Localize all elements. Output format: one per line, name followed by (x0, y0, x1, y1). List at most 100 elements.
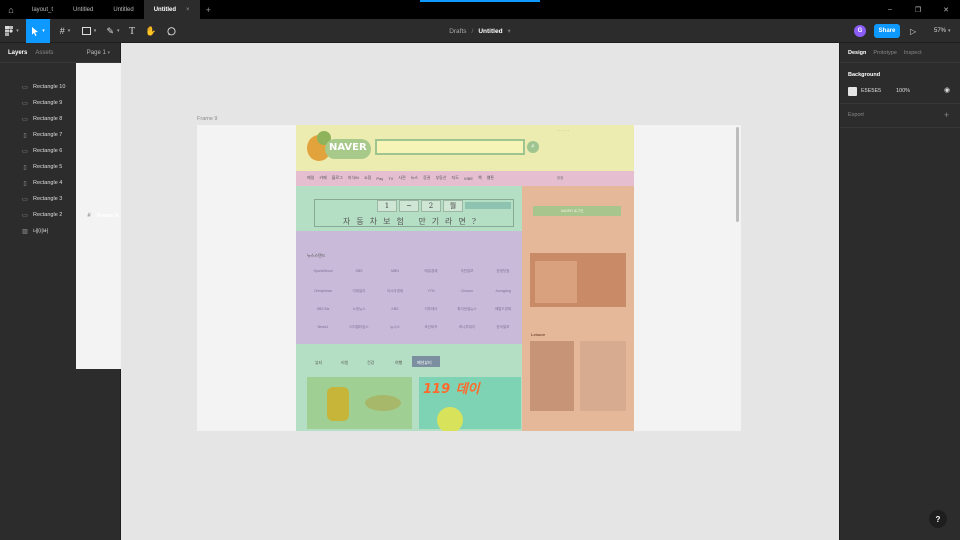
layer-rectangle-7[interactable]: ▯ Rectangle 7 (0, 127, 120, 143)
nav-item[interactable]: Pay (376, 176, 383, 181)
tab-design[interactable]: Design (848, 50, 866, 56)
nav-item[interactable]: 메일 (307, 175, 314, 181)
nav-item[interactable]: VIBE (464, 176, 473, 181)
nav-item[interactable]: 지도 (452, 175, 459, 181)
breadcrumb-drafts[interactable]: Drafts (449, 28, 466, 35)
layer-name: Rectangle 4 (33, 180, 63, 186)
press-logo[interactable]: KBS (377, 307, 413, 311)
restore-icon[interactable]: ❐ (904, 6, 932, 14)
tab-assets[interactable]: Assets (35, 50, 53, 56)
press-logo[interactable]: YTN (413, 289, 449, 293)
shopping-tab[interactable]: 리빙 (341, 360, 348, 366)
press-logo[interactable]: OhmyNews (305, 289, 341, 293)
naver-search-box[interactable] (375, 139, 525, 155)
press-logo[interactable]: 국민일보 (449, 269, 485, 274)
nav-item[interactable]: 쇼핑 (364, 175, 371, 181)
layer-rectangle-2[interactable]: ▭ Rectangle 2 (0, 207, 120, 223)
shape-tool-button[interactable]: ▾ (78, 19, 100, 43)
nav-item[interactable]: 웹툰 (487, 175, 494, 181)
minimize-icon[interactable]: – (876, 6, 904, 13)
press-logo[interactable]: 아시아경제 (377, 289, 413, 294)
tab-untitled-2[interactable]: Untitled (103, 0, 143, 19)
layer-rectangle-4[interactable]: ▯ Rectangle 4 (0, 175, 120, 191)
press-logo[interactable]: 머니투데이 (449, 325, 485, 330)
press-logo[interactable]: 헤럴드경제 (485, 307, 521, 312)
tab-prototype[interactable]: Prototype (873, 50, 897, 56)
tab-layout-t[interactable]: layout_t (22, 0, 63, 19)
press-logo[interactable]: JoongAng (485, 289, 521, 293)
nav-item[interactable]: TV (388, 176, 393, 181)
shopping-tab[interactable]: 뷰티 (315, 360, 322, 366)
press-logo[interactable]: SportsSeoul (305, 269, 341, 273)
tab-untitled-active[interactable]: Untitled × (143, 0, 200, 19)
main-menu-button[interactable]: ▾ (0, 19, 24, 43)
present-play-icon[interactable]: ▷ (910, 19, 916, 43)
layer-rectangle-9[interactable]: ▭ Rectangle 9 (0, 95, 120, 111)
add-export-icon[interactable]: + (944, 110, 949, 120)
nav-item[interactable]: 부동산 (435, 175, 446, 181)
nav-item[interactable]: 증권 (423, 175, 430, 181)
layer-rectangle-10[interactable]: ▭ Rectangle 10 (0, 79, 120, 95)
share-button[interactable]: Share (874, 24, 900, 38)
help-button[interactable]: ? (929, 510, 947, 528)
frame-tool-button[interactable]: # ▾ (54, 19, 76, 43)
press-logo[interactable]: SBS Biz (305, 307, 341, 311)
nav-item[interactable]: 책 (478, 175, 482, 181)
frame-9[interactable]: NAVER ⌕ · · · · · · 메일 카페 블로그 지식iN 쇼핑 Pay TV 사전… (197, 125, 741, 431)
close-tab-icon[interactable]: × (186, 7, 190, 13)
nav-item[interactable]: 블로그 (332, 175, 343, 181)
layer-image-naver[interactable]: ▨ 네이버 (0, 223, 120, 239)
shopping-tab[interactable]: 건강 (367, 360, 374, 366)
zoom-dropdown[interactable]: 57% ▾ (934, 19, 951, 43)
press-logo[interactable]: Chosun (449, 289, 485, 293)
press-logo[interactable]: 한경닷컴 (485, 269, 521, 274)
new-tab-button[interactable]: + (200, 5, 217, 15)
tab-inspect[interactable]: Inspect (904, 50, 922, 56)
banner-cta[interactable] (465, 202, 511, 209)
background-hex-input[interactable]: E5E5E5 (861, 88, 881, 94)
press-logo[interactable]: News1 (305, 325, 341, 329)
frame-label[interactable]: Frame 9 (197, 116, 217, 122)
chevron-down-icon[interactable]: ▾ (508, 27, 511, 35)
layer-rectangle-8[interactable]: ▭ Rectangle 8 (0, 111, 120, 127)
side-photo-2[interactable] (580, 341, 626, 411)
hand-tool-button[interactable]: ✋ (144, 19, 158, 43)
text-tool-button[interactable]: T (126, 19, 138, 43)
close-window-icon[interactable]: ✕ (932, 6, 960, 14)
press-logo[interactable]: 디지털타임스 (341, 325, 377, 330)
nav-item[interactable]: 사전 (398, 175, 405, 181)
visibility-eye-icon[interactable]: ◉ (944, 86, 950, 94)
press-logo[interactable]: 이투데이 (413, 307, 449, 312)
comment-tool-button[interactable] (164, 19, 178, 43)
background-swatch[interactable] (848, 87, 857, 96)
pen-tool-button[interactable]: ✎ ▾ (102, 19, 124, 43)
layer-rectangle-3[interactable]: ▭ Rectangle 3 (0, 191, 120, 207)
press-logo[interactable]: SBS (341, 269, 377, 273)
file-name[interactable]: Untitled (478, 28, 502, 35)
move-tool-button[interactable]: ▾ (26, 19, 50, 43)
canvas[interactable]: Frame 9 NAVER ⌕ · · · · · · 메일 카페 블로그 지식iN 쇼… (121, 43, 839, 540)
press-logo[interactable]: 노컷뉴스 (341, 307, 377, 312)
press-logo[interactable]: 이데일리 (341, 289, 377, 294)
nav-item[interactable]: 지식iN (348, 175, 359, 181)
page-selector[interactable]: Page 1 ▾ (87, 50, 110, 56)
background-opacity-input[interactable]: 100% (896, 88, 910, 94)
search-icon[interactable]: ⌕ (527, 141, 539, 153)
frame-scrollbar[interactable] (736, 127, 739, 222)
press-logo[interactable]: MBN (377, 269, 413, 273)
press-logo[interactable]: 한국일보 (485, 325, 521, 330)
avatar[interactable]: G (854, 25, 866, 37)
press-logo[interactable]: 뉴시스 (377, 325, 413, 330)
press-logo[interactable]: 조선비즈 (413, 325, 449, 330)
layer-rectangle-6[interactable]: ▭ Rectangle 6 (0, 143, 120, 159)
home-icon[interactable]: ⌂ (0, 0, 22, 19)
tab-untitled-1[interactable]: Untitled (63, 0, 103, 19)
nav-item[interactable]: 뉴스 (411, 175, 418, 181)
press-logo[interactable]: 매일경제 (413, 269, 449, 274)
shopping-tab[interactable]: 여행 (395, 360, 402, 366)
layer-rectangle-5[interactable]: ▯ Rectangle 5 (0, 159, 120, 175)
side-photo-1[interactable] (530, 341, 574, 411)
nav-item[interactable]: 카페 (319, 175, 326, 181)
press-logo[interactable]: 파이낸셜뉴스 (449, 307, 485, 312)
tab-layers[interactable]: Layers (8, 50, 27, 56)
